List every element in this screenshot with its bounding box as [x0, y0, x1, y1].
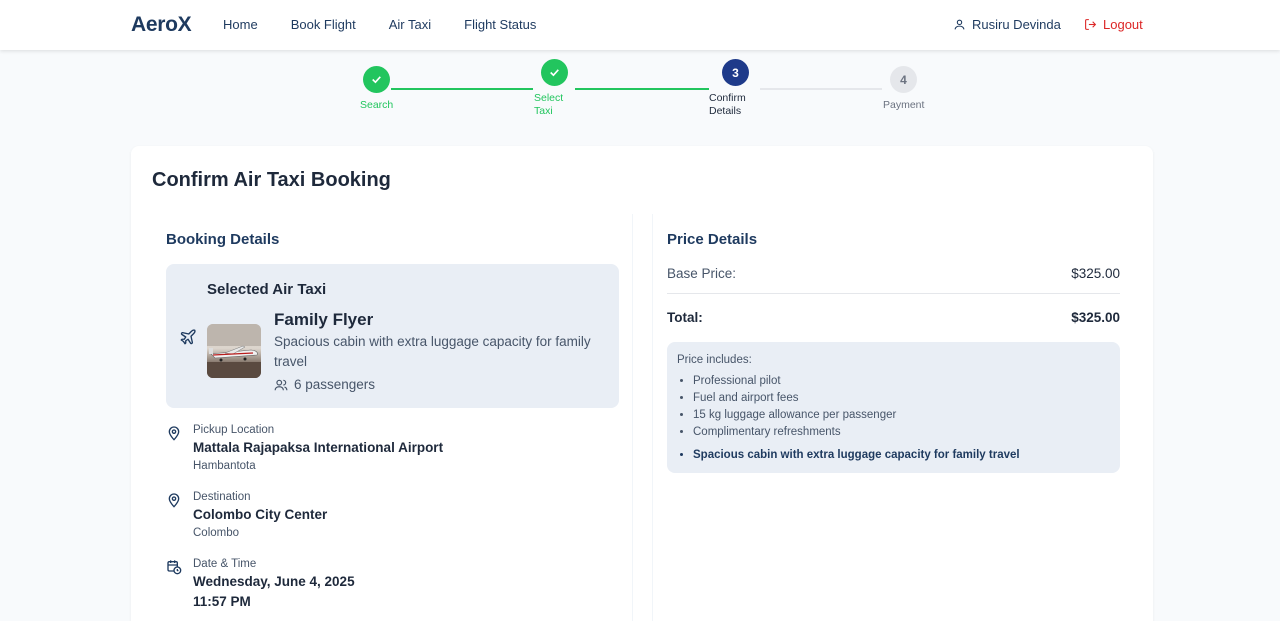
date-time: Date & Time Wednesday, June 4, 2025 11:5…: [166, 558, 606, 614]
includes-item: Fuel and airport fees: [693, 390, 1020, 407]
price-details-panel: Price Details Base Price: $325.00 Total:…: [652, 214, 1133, 621]
user-icon: [954, 19, 965, 30]
step-3-indicator: 3: [722, 59, 749, 86]
destination: Destination Colombo City Center Colombo: [166, 491, 606, 541]
step-3-label: Confirm Details: [709, 92, 746, 117]
step-4-indicator: 4: [890, 66, 917, 93]
nav-flight-status[interactable]: Flight Status: [464, 17, 536, 32]
passenger-count: 6 passengers: [294, 377, 376, 392]
taxi-passengers: 6 passengers: [274, 377, 375, 392]
air-taxi-image: [207, 324, 261, 378]
includes-item: Professional pilot: [693, 373, 1020, 390]
base-price-row: Base Price: $325.00: [667, 266, 1120, 281]
destination-city: Colombo: [193, 527, 240, 539]
user-profile[interactable]: Rusiru Devinda: [953, 17, 1061, 32]
main-nav: Home Book Flight Air Taxi Flight Status: [223, 17, 569, 32]
taxi-name: Family Flyer: [274, 310, 374, 329]
selected-taxi-title: Selected Air Taxi: [207, 281, 327, 298]
step-1-label: Search: [360, 99, 394, 111]
confirm-booking-card: Confirm Air Taxi Booking Booking Details…: [131, 146, 1153, 621]
total-price-row: Total: $325.00: [667, 310, 1120, 325]
top-navbar: AeroX Home Book Flight Air Taxi Flight S…: [0, 0, 1280, 50]
includes-list: Professional pilot Fuel and airport fees…: [693, 373, 1020, 464]
logout-icon: [1085, 19, 1097, 30]
date-value: Wednesday, June 4, 2025: [193, 574, 355, 589]
booking-stepper: Search Select Taxi 3 Confirm Details 4 Pay…: [0, 50, 1280, 130]
destination-value: Colombo City Center: [193, 507, 328, 522]
price-divider: [667, 293, 1120, 294]
map-pin-icon: [168, 426, 180, 441]
total-label: Total:: [667, 310, 703, 325]
step-connector-1: [391, 88, 533, 90]
price-details-title: Price Details: [667, 231, 758, 248]
includes-highlight: Spacious cabin with extra luggage capaci…: [693, 447, 1020, 464]
step-2-label: Select Taxi: [534, 92, 564, 117]
logout-label: Logout: [1103, 17, 1143, 32]
includes-title: Price includes:: [677, 354, 752, 366]
destination-label: Destination: [193, 491, 251, 503]
selected-taxi-box: Selected Air Taxi Family Flyer Spacious …: [166, 264, 619, 408]
booking-details-title: Booking Details: [166, 231, 280, 248]
page-title: Confirm Air Taxi Booking: [152, 169, 391, 191]
logout-button[interactable]: Logout: [1084, 17, 1143, 32]
step-1-check-icon: [363, 66, 390, 93]
pickup-value: Mattala Rajapaksa International Airport: [193, 440, 444, 455]
nav-book-flight[interactable]: Book Flight: [291, 17, 356, 32]
users-icon: [274, 379, 288, 390]
user-name: Rusiru Devinda: [972, 17, 1061, 32]
pickup-city: Hambantota: [193, 460, 256, 472]
step-connector-3: [760, 88, 882, 90]
total-value: $325.00: [1071, 310, 1120, 325]
nav-air-taxi[interactable]: Air Taxi: [389, 17, 431, 32]
base-price-label: Base Price:: [667, 266, 737, 281]
step-connector-2: [575, 88, 709, 90]
brand-logo[interactable]: AeroX: [131, 13, 192, 37]
nav-home[interactable]: Home: [223, 17, 258, 32]
step-2-check-icon: [541, 59, 568, 86]
calendar-clock-icon: [167, 560, 182, 575]
price-includes-box: Price includes: Professional pilot Fuel …: [667, 342, 1120, 473]
taxi-description: Spacious cabin with extra luggage capaci…: [274, 334, 591, 369]
pickup-location: Pickup Location Mattala Rajapaksa Intern…: [166, 424, 606, 474]
datetime-label: Date & Time: [193, 558, 257, 570]
plane-icon: [180, 329, 196, 345]
step-4-label: Payment: [883, 99, 925, 111]
map-pin-icon: [168, 493, 180, 508]
time-value: 11:57 PM: [193, 594, 251, 609]
includes-item: 15 kg luggage allowance per passenger: [693, 407, 1020, 424]
base-price-value: $325.00: [1071, 266, 1120, 281]
pickup-label: Pickup Location: [193, 424, 275, 436]
booking-details-panel: Booking Details Selected Air Taxi Family…: [152, 214, 633, 621]
includes-item: Complimentary refreshments: [693, 424, 1020, 441]
